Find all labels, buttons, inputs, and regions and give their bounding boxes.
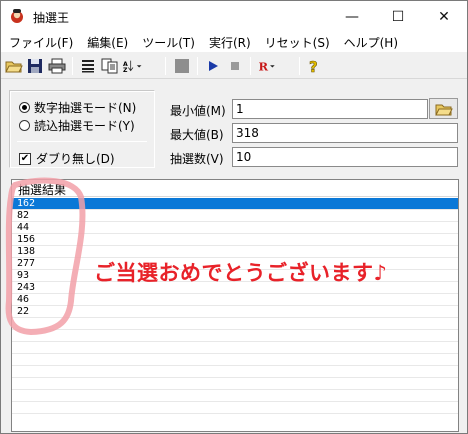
svg-text:Z: Z — [123, 67, 128, 74]
menu-tools[interactable]: ツール(T) — [134, 32, 201, 52]
radio-selected-icon — [19, 102, 30, 113]
empty-row — [12, 330, 458, 342]
copy-button[interactable] — [100, 56, 120, 76]
sort-button[interactable]: AZ — [123, 56, 143, 76]
number-mode-label: 数字抽選モード(N) — [34, 101, 137, 115]
empty-row — [12, 354, 458, 366]
app-logo-icon — [11, 9, 23, 23]
print-icon — [48, 58, 66, 74]
menu-edit[interactable]: 編集(E) — [79, 32, 134, 52]
menu-help[interactable]: ヘルプ(H) — [336, 32, 404, 52]
sort-icon: AZ — [123, 60, 142, 74]
result-row[interactable]: 156 — [12, 234, 458, 246]
group-divider — [17, 141, 147, 142]
min-value-input[interactable]: 1 — [232, 99, 428, 119]
open-folder-button[interactable] — [4, 56, 24, 76]
minimize-icon: — — [345, 8, 359, 25]
menu-run[interactable]: 実行(R) — [201, 32, 257, 52]
empty-row — [12, 402, 458, 414]
list-button[interactable] — [78, 56, 98, 76]
help-button[interactable]: ? — [304, 56, 324, 76]
play-icon — [209, 61, 218, 71]
close-button[interactable]: ✕ — [421, 1, 467, 32]
empty-row — [12, 318, 458, 330]
copy-icon — [101, 58, 118, 74]
folder-icon — [434, 104, 453, 115]
toolbar: AZ R ? — [1, 53, 467, 79]
empty-row — [12, 366, 458, 378]
minimize-button[interactable]: — — [329, 1, 375, 32]
draw-count-label: 抽選数(V) — [170, 152, 224, 166]
save-icon — [28, 59, 42, 73]
settings-panel: 数字抽選モード(N) 読込抽選モード(Y) ✔ ダブり無し(D) 最小値(M) … — [1, 80, 467, 176]
list-icon — [82, 60, 94, 73]
empty-row — [12, 378, 458, 390]
maximize-button[interactable]: ☐ — [375, 1, 421, 32]
browse-folder-button[interactable] — [429, 98, 458, 119]
result-list[interactable]: 抽選結果 162 82 44 156 138 277 93 243 46 22 — [11, 179, 459, 432]
reset-button[interactable]: R — [257, 56, 277, 76]
result-row[interactable]: 46 — [12, 294, 458, 306]
congratulation-message: ご当選おめでとうございます♪ — [94, 261, 388, 285]
play-button[interactable] — [203, 56, 223, 76]
print-button[interactable] — [47, 56, 67, 76]
result-list-header[interactable]: 抽選結果 — [12, 180, 458, 197]
toolbar-separator — [197, 57, 198, 75]
result-row[interactable]: 162 — [12, 198, 458, 210]
min-value-label: 最小値(M) — [170, 104, 226, 118]
toolbar-separator — [299, 57, 300, 75]
no-duplicate-label: ダブり無し(D) — [36, 152, 115, 166]
checkmark-icon: ✔ — [19, 152, 31, 165]
menu-file[interactable]: ファイル(F) — [1, 32, 79, 52]
no-duplicate-checkbox[interactable]: ✔ ダブり無し(D) — [19, 150, 115, 167]
radio-empty-icon — [19, 120, 30, 131]
stop-square-icon — [175, 59, 189, 73]
read-mode-radio[interactable]: 読込抽選モード(Y) — [19, 117, 135, 134]
stop-icon — [231, 62, 239, 70]
menu-bar: ファイル(F) 編集(E) ツール(T) 実行(R) リセット(S) ヘルプ(H… — [1, 32, 467, 52]
draw-count-input[interactable]: 10 — [232, 147, 458, 167]
help-icon: ? — [309, 58, 318, 74]
result-row[interactable]: 22 — [12, 306, 458, 318]
title-bar[interactable]: 抽選王 — ☐ ✕ — [1, 1, 467, 32]
empty-row — [12, 342, 458, 354]
maximize-icon: ☐ — [391, 8, 405, 25]
save-button[interactable] — [25, 56, 45, 76]
toolbar-separator — [165, 57, 166, 75]
window-title: 抽選王 — [33, 11, 70, 25]
stop-button[interactable] — [225, 56, 245, 76]
result-rows: 162 82 44 156 138 277 93 243 46 22 — [12, 198, 458, 414]
max-value-input[interactable]: 318 — [232, 123, 458, 143]
app-window: 抽選王 — ☐ ✕ ファイル(F) 編集(E) ツール(T) 実行(R) リセッ… — [0, 0, 468, 434]
svg-text:?: ? — [309, 58, 318, 74]
menu-reset[interactable]: リセット(S) — [257, 32, 336, 52]
toolbar-separator — [72, 57, 73, 75]
svg-text:R: R — [259, 60, 269, 74]
toolbar-separator — [250, 57, 251, 75]
reset-r-icon: R — [259, 60, 275, 74]
close-icon: ✕ — [438, 8, 450, 25]
max-value-label: 最大値(B) — [170, 128, 224, 142]
open-folder-icon — [5, 61, 23, 73]
result-row[interactable]: 82 — [12, 210, 458, 222]
number-mode-radio[interactable]: 数字抽選モード(N) — [19, 99, 136, 116]
stop-square-button[interactable] — [172, 56, 192, 76]
read-mode-label: 読込抽選モード(Y) — [34, 119, 135, 133]
empty-row — [12, 390, 458, 402]
result-row[interactable]: 44 — [12, 222, 458, 234]
